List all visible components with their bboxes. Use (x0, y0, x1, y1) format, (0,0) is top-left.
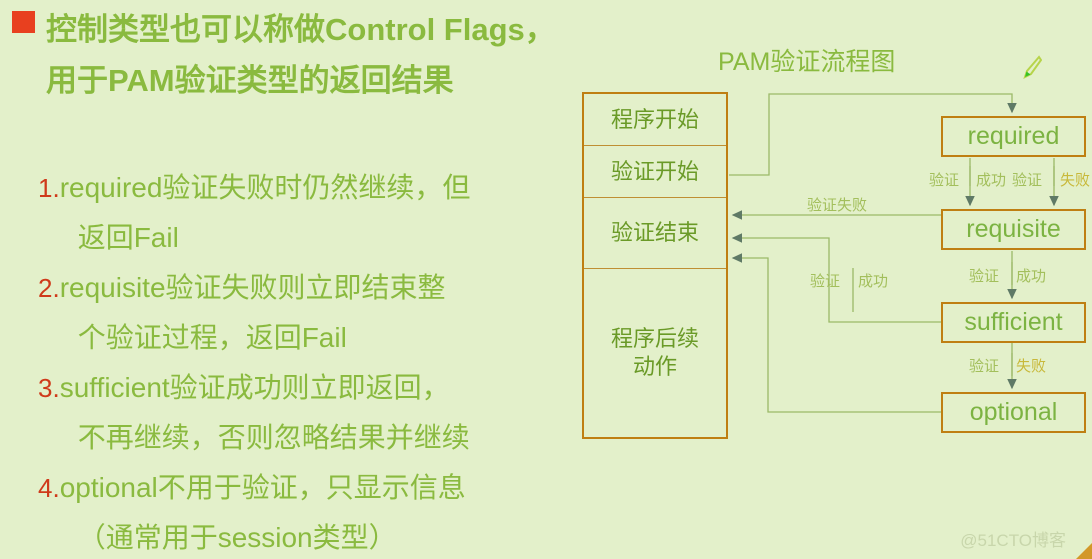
slide-canvas: 控制类型也可以称做Control Flags，用于PAM验证类型的返回结果 1.… (0, 0, 1092, 559)
flow-row-auth-end: 验证结束 (584, 198, 726, 269)
edge-label-requisite-success-result: 成功 (1016, 268, 1047, 285)
edge-label-sufficient-success-result: 成功 (858, 273, 889, 290)
list-item-line2: 不再继续，否则忽略结果并继续 (77, 422, 470, 453)
list-item-line2: 返回Fail (77, 222, 179, 253)
edge-label-sufficient-fail-result: 失败 (1016, 358, 1047, 375)
list-item-line2: （通常用于session类型） (77, 522, 397, 553)
edge-label-sufficient-success-verify: 验证 (810, 273, 841, 290)
list-item-line1: optional不用于验证，只显示信息 (59, 472, 466, 503)
pencil-icon (1023, 55, 1042, 79)
edge-label-required-fail-verify: 验证 (1012, 172, 1043, 189)
list-item: 1. required验证失败时仍然继续，但 返回Fail (38, 163, 568, 263)
list-item-number: 4. (38, 473, 60, 503)
edge-label-required-fail-result: 失败 (1060, 172, 1091, 189)
list-item-line1: sufficient验证成功则立即返回， (59, 372, 450, 403)
list-item-number: 3. (38, 373, 60, 403)
heading-block: 控制类型也可以称做Control Flags，用于PAM验证类型的返回结果 (12, 4, 568, 106)
edge-label-required-success-verify: 验证 (929, 172, 960, 189)
flow-row-program-start: 程序开始 (584, 94, 726, 146)
stage-box-optional: optional (941, 392, 1086, 433)
page-title: 控制类型也可以称做Control Flags，用于PAM验证类型的返回结果 (46, 12, 556, 98)
edge-label-required-success-result: 成功 (976, 172, 1007, 189)
corner-triangle-decoration (1076, 543, 1092, 559)
flow-row-program-after: 程序后续 动作 (584, 269, 726, 437)
flow-row-program-after-line1: 程序后续 (610, 326, 699, 351)
list-item: 2. requisite验证失败则立即结束整 个验证过程，返回Fail (38, 263, 568, 363)
edge-label-sufficient-fail-verify: 验证 (969, 358, 1000, 375)
list-item-number: 1. (38, 173, 60, 203)
edge-label-requisite-fail: 验证失败 (807, 197, 868, 214)
list-item: 4. optional不用于验证，只显示信息 （通常用于session类型） (38, 463, 568, 559)
list-item-text: required验证失败时仍然继续，但 返回Fail (60, 163, 471, 263)
watermark-text: @51CTO博客 (960, 531, 1066, 550)
list-item-line1: required验证失败时仍然继续，但 (59, 172, 471, 203)
flow-row-auth-start: 验证开始 (584, 146, 726, 198)
pam-flow-diagram: PAM验证流程图 程序开始 验证开始 验证结束 程序后续 动作 required… (572, 0, 1092, 559)
stage-box-requisite: requisite (941, 209, 1086, 250)
program-flow-box: 程序开始 验证开始 验证结束 程序后续 动作 (582, 92, 728, 439)
list-item-text: optional不用于验证，只显示信息 （通常用于session类型） (60, 463, 466, 559)
list-item-text: requisite验证失败则立即结束整 个验证过程，返回Fail (60, 263, 446, 363)
list-item: 3. sufficient验证成功则立即返回， 不再继续，否则忽略结果并继续 (38, 363, 568, 463)
list-item-line1: requisite验证失败则立即结束整 (59, 272, 446, 303)
list-item-line2: 个验证过程，返回Fail (77, 322, 347, 353)
list-item-text: sufficient验证成功则立即返回， 不再继续，否则忽略结果并继续 (60, 363, 470, 463)
text-column: 控制类型也可以称做Control Flags，用于PAM验证类型的返回结果 1.… (0, 0, 572, 559)
square-bullet-icon (12, 11, 35, 33)
stage-box-required: required (941, 116, 1086, 157)
list-item-number: 2. (38, 273, 60, 303)
flow-row-program-after-line2: 动作 (632, 354, 677, 379)
edge-label-requisite-success-verify: 验证 (969, 268, 1000, 285)
stage-box-sufficient: sufficient (941, 302, 1086, 343)
numbered-list: 1. required验证失败时仍然继续，但 返回Fail 2. requisi… (38, 163, 568, 559)
